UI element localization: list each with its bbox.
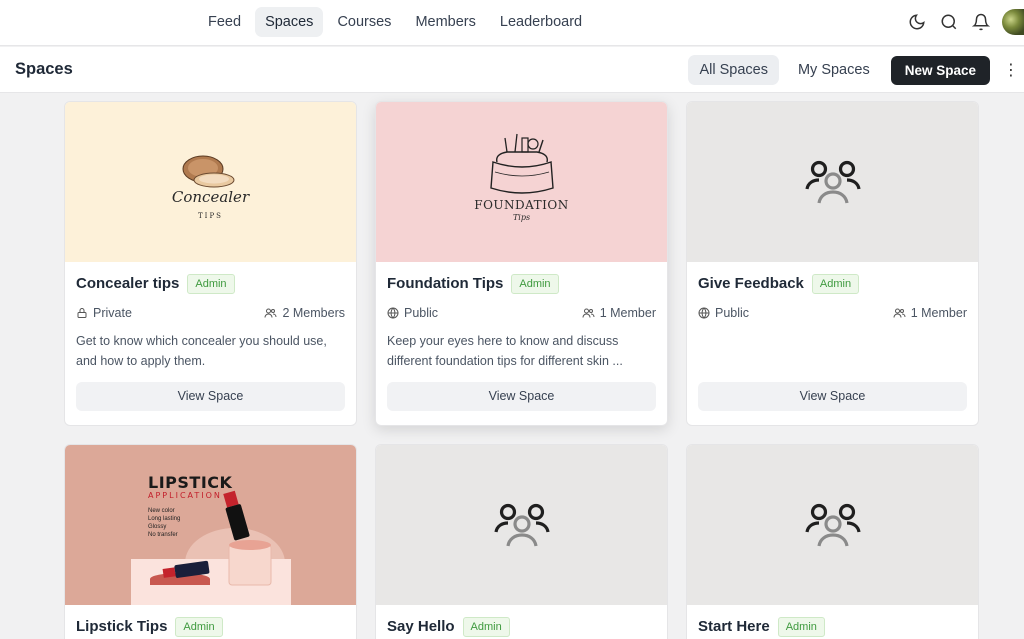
filter-my-spaces[interactable]: My Spaces: [787, 55, 881, 85]
space-cover: [376, 445, 667, 605]
avatar[interactable]: [1002, 9, 1024, 35]
new-space-button[interactable]: New Space: [890, 55, 990, 85]
space-cover: [687, 102, 978, 262]
space-name[interactable]: Give Feedback: [698, 275, 804, 292]
privacy-text: Public: [715, 306, 750, 320]
view-space-button[interactable]: View Space: [387, 382, 656, 411]
space-card[interactable]: LIPSTICK APPLICATION New color Long last…: [64, 444, 357, 639]
members-text: 1 Member: [599, 306, 656, 320]
lipstick-illustration: [131, 490, 291, 605]
space-description: Keep your eyes here to know and discuss …: [387, 334, 623, 368]
members-count: 2 Members: [264, 306, 345, 320]
space-card[interactable]: FOUNDATION Tips Foundation Tips Admin Pu…: [375, 101, 668, 426]
tab-members[interactable]: Members: [405, 7, 485, 37]
privacy-text: Private: [93, 306, 132, 320]
members-count: 1 Member: [582, 306, 656, 320]
cover-subtitle: Tips: [512, 213, 531, 222]
privacy-label: Public: [698, 306, 749, 320]
privacy-label: Public: [387, 306, 438, 320]
space-card[interactable]: Start Here Admin: [686, 444, 979, 639]
space-description: [698, 331, 967, 371]
cover-title: Concealer: [171, 188, 250, 206]
nav-icons: [906, 9, 1024, 35]
admin-badge: Admin: [511, 273, 559, 294]
tab-leaderboard[interactable]: Leaderboard: [490, 7, 592, 37]
space-description: Get to know which concealer you should u…: [76, 334, 327, 368]
space-cover: [687, 445, 978, 605]
cover-subtitle: TIPS: [198, 212, 223, 220]
space-cover: LIPSTICK APPLICATION New color Long last…: [65, 445, 356, 605]
members-text: 1 Member: [910, 306, 967, 320]
admin-badge: Admin: [462, 616, 510, 637]
nav-tabs: Feed Spaces Courses Members Leaderboard: [198, 7, 592, 37]
bell-icon[interactable]: [970, 11, 992, 33]
tab-courses[interactable]: Courses: [327, 7, 401, 37]
lock-icon: [77, 308, 87, 318]
space-name[interactable]: Start Here: [698, 618, 770, 635]
view-space-button[interactable]: View Space: [76, 382, 345, 411]
top-nav: Feed Spaces Courses Members Leaderboard: [0, 0, 1024, 46]
space-cover: FOUNDATION Tips: [376, 102, 667, 262]
space-card[interactable]: Say Hello Admin: [375, 444, 668, 639]
group-icon: [493, 503, 550, 547]
admin-badge: Admin: [187, 273, 235, 294]
makeup-bag-icon: [489, 133, 554, 194]
tab-spaces[interactable]: Spaces: [255, 7, 324, 37]
tab-feed[interactable]: Feed: [198, 7, 251, 37]
globe-icon: [387, 307, 399, 319]
space-name[interactable]: Say Hello: [387, 618, 455, 635]
cover-title: FOUNDATION: [474, 198, 569, 212]
view-space-button[interactable]: View Space: [698, 382, 967, 411]
more-vertical-icon[interactable]: ⋮: [998, 55, 1024, 85]
space-card[interactable]: Concealer TIPS Concealer tips Admin Priv…: [64, 101, 357, 426]
privacy-text: Public: [404, 306, 439, 320]
header-actions: All Spaces My Spaces New Space ⋮: [688, 55, 1024, 85]
space-name[interactable]: Concealer tips: [76, 275, 179, 292]
space-cover: Concealer TIPS: [65, 102, 356, 262]
search-icon[interactable]: [938, 11, 960, 33]
admin-badge: Admin: [175, 616, 223, 637]
group-icon: [804, 503, 861, 547]
members-icon: [582, 308, 595, 318]
space-name[interactable]: Lipstick Tips: [76, 618, 167, 635]
members-icon: [893, 308, 906, 318]
privacy-label: Private: [76, 306, 132, 320]
admin-badge: Admin: [811, 273, 860, 294]
page-title: Spaces: [15, 60, 73, 78]
space-card[interactable]: Give Feedback Admin Public 1 Member View…: [686, 101, 979, 426]
globe-icon: [698, 307, 710, 319]
moon-icon[interactable]: [906, 11, 928, 33]
spaces-header: Spaces All Spaces My Spaces New Space ⋮: [0, 47, 1024, 93]
compact-powder-icon: [182, 155, 234, 188]
members-icon: [264, 308, 277, 318]
space-name[interactable]: Foundation Tips: [387, 275, 503, 292]
members-count: 1 Member: [893, 306, 967, 320]
filter-all-spaces[interactable]: All Spaces: [688, 55, 779, 85]
admin-badge: Admin: [777, 616, 825, 637]
group-icon: [804, 160, 861, 204]
members-text: 2 Members: [282, 306, 345, 320]
